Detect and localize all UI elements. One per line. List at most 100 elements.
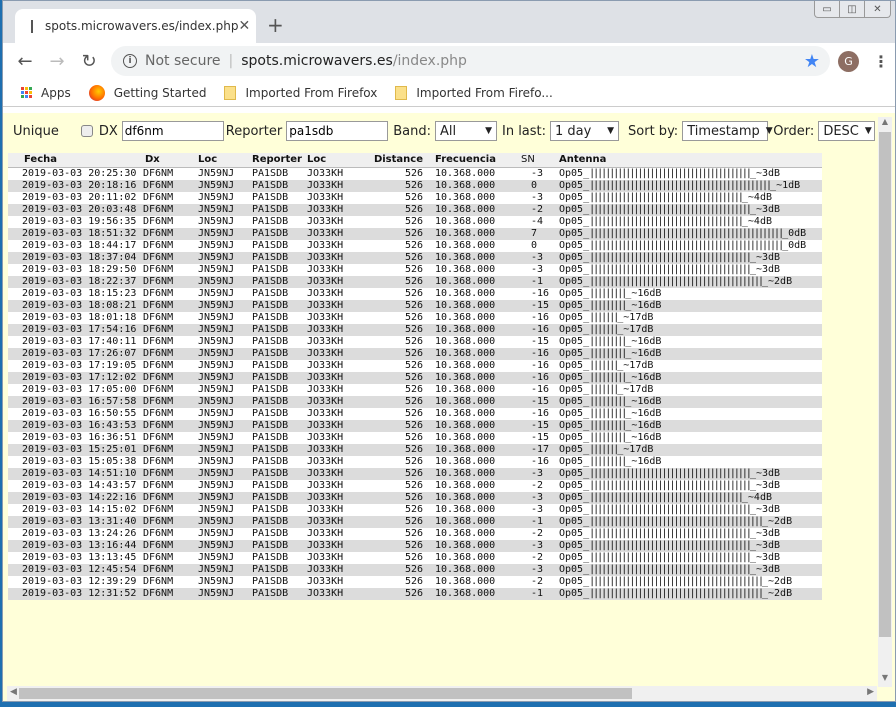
scroll-up-icon[interactable]: ▲ [878, 117, 892, 131]
tab-close-icon[interactable]: ✕ [238, 18, 250, 34]
cell-frecuencia: 10.368.000 [435, 287, 496, 299]
close-window-icon[interactable]: ✕ [865, 1, 890, 17]
cell-reporter: PA1SDB [252, 419, 289, 431]
profile-avatar[interactable]: G [838, 50, 859, 72]
cell-fecha: 2019-03-03 15:05:38 [22, 455, 137, 467]
back-icon[interactable]: ← [11, 51, 39, 72]
cell-distance: 526 [404, 395, 423, 407]
col-distance[interactable]: Distance [370, 153, 425, 168]
antenna-db: _~16dB [625, 395, 662, 407]
signal-bars: ||||||||| [589, 371, 627, 383]
antenna-db: _~16dB [625, 299, 662, 311]
cell-loc: JN59NJ [198, 347, 235, 359]
antenna-name: Op05_ [559, 479, 590, 491]
cell-sn: -3 [531, 491, 544, 503]
antenna-db: _~16dB [625, 287, 662, 299]
forward-icon[interactable]: → [43, 51, 71, 72]
scroll-down-icon[interactable]: ▼ [878, 673, 892, 687]
antenna-name: Op05_ [559, 407, 590, 419]
cell-frecuencia: 10.368.000 [435, 455, 496, 467]
horizontal-scrollbar[interactable]: ◀ ▶ [7, 686, 877, 701]
sortby-select[interactable]: Timestamp ▼ [682, 121, 773, 141]
new-tab-icon[interactable]: + [267, 13, 284, 37]
scroll-left-icon[interactable]: ◀ [10, 687, 17, 697]
col-dx[interactable]: Dx [143, 153, 198, 168]
antenna-db: _0dB [782, 227, 807, 239]
bookmark-star-icon[interactable]: ★ [804, 51, 820, 72]
firefox-icon [88, 84, 105, 101]
cell-antenna: Op05_|||||||||||||||||||||||||||||||||||… [559, 240, 822, 252]
unique-checkbox[interactable] [80, 125, 93, 137]
bookmark-apps[interactable]: Apps [21, 86, 71, 100]
cell-antenna: Op05_|||||||||||||||||||||||||||||||||||… [559, 540, 822, 552]
cell-fecha: 2019-03-03 18:08:21 [22, 299, 137, 311]
band-select[interactable]: All ▼ [434, 121, 497, 141]
signal-bars: ||||||| [589, 359, 619, 371]
signal-bars: ||||||| [589, 383, 619, 395]
cell-distance: 526 [404, 251, 423, 263]
antenna-db: _~2dB [762, 275, 793, 287]
table-row: 2019-03-03 20:25:30 DF6NM JN59NJ PA1SDB JO33… [8, 167, 822, 180]
cell-dx: DF6NM [143, 503, 174, 515]
inlast-select[interactable]: 1 day ▼ [550, 121, 620, 141]
col-antenna[interactable]: Antenna [559, 153, 822, 168]
order-label: Order: [773, 123, 815, 139]
signal-bars: |||||||||||||||||||||||||||||||||||||||| [589, 503, 752, 515]
cell-reporter: PA1SDB [252, 431, 289, 443]
cell-frecuencia: 10.368.000 [435, 539, 496, 551]
cell-frecuencia: 10.368.000 [435, 311, 496, 323]
cell-sn: -3 [531, 503, 544, 515]
tab-active[interactable]: spots.microwavers.es/index.php ✕ [15, 9, 256, 43]
col-reporter-loc[interactable]: Loc [307, 153, 370, 168]
order-select[interactable]: DESC ▼ [818, 121, 876, 141]
col-reporter[interactable]: Reporter [252, 153, 307, 168]
bookmark-getting-started[interactable]: Getting Started [88, 84, 206, 101]
cell-loc: JN59NJ [198, 359, 235, 371]
address-bar[interactable]: i Not secure | spots.microwavers.es/inde… [111, 46, 830, 76]
vertical-scroll-thumb[interactable] [879, 132, 891, 637]
antenna-db: _~16dB [625, 335, 662, 347]
cell-loc: JN59NJ [198, 467, 235, 479]
bookmark-folder-imported[interactable]: Imported From Firefox [224, 85, 377, 100]
bookmark-folder-imported-2[interactable]: Imported From Firefo... [395, 85, 553, 100]
cell-loc: JN59NJ [198, 563, 235, 575]
cell-dx: DF6NM [143, 395, 174, 407]
cell-reporter-loc: JO33KH [307, 431, 344, 443]
cell-loc: JN59NJ [198, 227, 235, 239]
cell-reporter-loc: JO33KH [307, 503, 344, 515]
cell-reporter: PA1SDB [252, 347, 289, 359]
cell-antenna: Op05_|||||||||||||||||||||||||||||||||||… [559, 564, 822, 576]
separator: | [228, 53, 234, 69]
cell-dx: DF6NM [143, 479, 174, 491]
antenna-db: _~16dB [625, 455, 662, 467]
cell-distance: 526 [404, 359, 423, 371]
cell-loc: JN59NJ [198, 407, 235, 419]
col-frecuencia[interactable]: Frecuencia [425, 153, 511, 168]
antenna-name: Op05_ [559, 263, 590, 275]
horizontal-scroll-thumb[interactable] [19, 688, 632, 699]
scroll-right-icon[interactable]: ▶ [867, 687, 874, 697]
maximize-icon[interactable]: ◫ [840, 1, 865, 17]
cell-loc: JN59NJ [198, 203, 235, 215]
col-fecha[interactable]: Fecha [8, 153, 143, 168]
menu-icon[interactable]: ⋮ [873, 52, 889, 71]
cell-reporter-loc: JO33KH [307, 311, 344, 323]
col-loc[interactable]: Loc [198, 153, 252, 168]
cell-antenna: Op05_|||||||||||||||||||||||||||||||||||… [559, 588, 822, 600]
table-row: 2019-03-03 16:36:51 DF6NM JN59NJ PA1SDB JO33… [8, 431, 822, 444]
reporter-input[interactable] [286, 121, 389, 141]
signal-bars: ||||||| [589, 323, 619, 335]
col-sn[interactable]: SN [511, 153, 559, 168]
cell-antenna: Op05_|||||||_~17dB [559, 324, 822, 336]
reload-icon[interactable]: ↻ [75, 51, 103, 72]
cell-reporter-loc: JO33KH [307, 395, 344, 407]
minimize-icon[interactable]: ▭ [815, 1, 840, 17]
antenna-name: Op05_ [559, 239, 590, 251]
table-row: 2019-03-03 17:40:11 DF6NM JN59NJ PA1SDB JO33… [8, 335, 822, 348]
browser-window: spots.microwavers.es/index.php ✕ + ▭ ◫ ✕… [2, 0, 896, 702]
dx-input[interactable] [121, 121, 224, 141]
vertical-scrollbar[interactable]: ▲ ▼ [878, 117, 892, 687]
cell-sn: -2 [531, 551, 544, 563]
signal-bars: ||||||||||||||||||||||||||||||||||||||||… [589, 239, 784, 251]
info-icon[interactable]: i [123, 54, 137, 68]
